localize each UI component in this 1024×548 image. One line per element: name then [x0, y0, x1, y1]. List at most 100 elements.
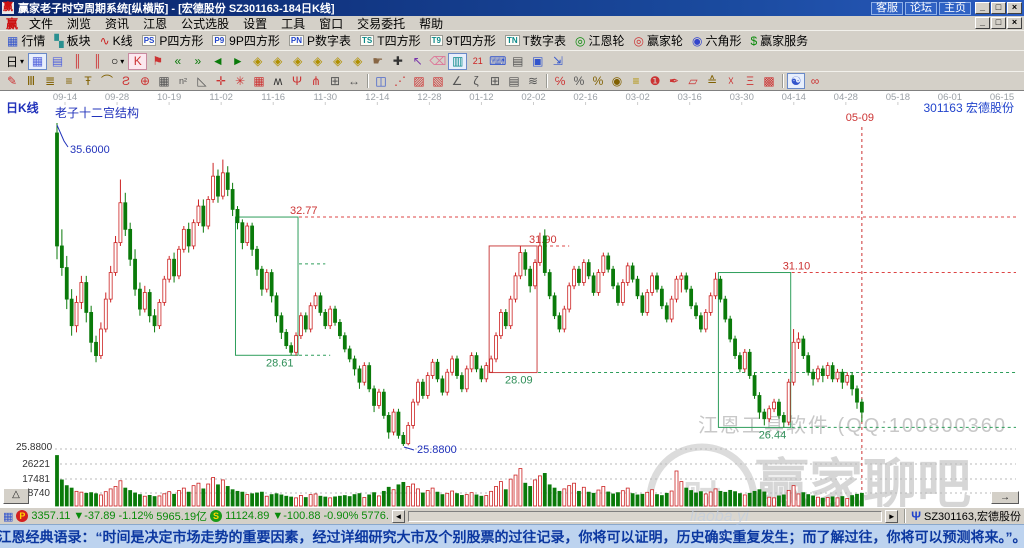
- p-square-button[interactable]: PS P四方形: [138, 32, 208, 50]
- cross-x-tool-icon[interactable]: ☓: [722, 73, 740, 89]
- window-line-tool-icon[interactable]: ◫: [372, 73, 390, 89]
- export-icon[interactable]: ⇲: [548, 53, 567, 70]
- fib-percent-tool-icon[interactable]: ℅: [551, 73, 569, 89]
- wave-tool-icon[interactable]: ʍ: [269, 73, 287, 89]
- t-number-table-button[interactable]: TN T数字表: [501, 32, 570, 50]
- child-close-button[interactable]: ×: [1007, 17, 1022, 29]
- trapezoid-tool-icon[interactable]: ▱: [684, 73, 702, 89]
- calendar-icon[interactable]: 21: [468, 53, 487, 70]
- gann-wheel-button[interactable]: ◎ 江恩轮: [571, 32, 629, 50]
- t-square-button[interactable]: TS T四方形: [356, 32, 425, 50]
- titlebar-link-0[interactable]: 客服: [871, 1, 903, 15]
- winner-service-button[interactable]: $ 赢家服务: [746, 32, 812, 50]
- menu-item-文件[interactable]: 文件: [22, 15, 60, 32]
- restore-button[interactable]: □: [991, 2, 1006, 14]
- hand-tool-icon[interactable]: ☛: [368, 53, 387, 70]
- one-diamond-tool-icon[interactable]: ❶: [646, 73, 664, 89]
- kline-button[interactable]: ∿ K线: [96, 32, 137, 50]
- nav-next-icon[interactable]: ►: [228, 53, 247, 70]
- gann-grid-tool-icon[interactable]: ▦: [155, 73, 173, 89]
- t-line-tool-icon[interactable]: Ŧ: [79, 73, 97, 89]
- grid-box-tool-icon[interactable]: ⊞: [486, 73, 504, 89]
- kline-large-icon[interactable]: ║: [88, 53, 107, 70]
- pyramid-tool-icon[interactable]: ≙: [703, 73, 721, 89]
- winner-wheel-button[interactable]: ◎ 赢家轮: [629, 32, 687, 50]
- xi-lines-tool-icon[interactable]: Ξ: [741, 73, 759, 89]
- brush-tool-icon[interactable]: ✎: [3, 73, 21, 89]
- ink-pen-tool-icon[interactable]: ✒: [665, 73, 683, 89]
- ticker-scrollbar[interactable]: [407, 510, 883, 522]
- pitchfork-tool-icon[interactable]: Ψ: [288, 73, 306, 89]
- shade-box-tool-icon[interactable]: ▧: [429, 73, 447, 89]
- zoom-diamond-down-icon[interactable]: ◈: [268, 53, 287, 70]
- menu-item-资讯[interactable]: 资讯: [98, 15, 136, 32]
- percent-band-tool-icon[interactable]: %: [589, 73, 607, 89]
- menu-item-公式选股[interactable]: 公式选股: [174, 15, 236, 32]
- crosshair-icon[interactable]: ✚: [388, 53, 407, 70]
- eraser-icon[interactable]: ⌫: [428, 53, 447, 70]
- kline-style-icon[interactable]: K: [128, 52, 148, 70]
- nav-first-icon[interactable]: «: [168, 53, 187, 70]
- hatch-box-tool-icon[interactable]: ▨: [410, 73, 428, 89]
- wave-lines-tool-icon[interactable]: ≋: [524, 73, 542, 89]
- zoom-diamond-up-icon[interactable]: ◈: [248, 53, 267, 70]
- p-number-table-button[interactable]: PN P数字表: [285, 32, 355, 50]
- chart-window-icon[interactable]: ▦: [28, 52, 48, 70]
- list-grid-tool-icon[interactable]: ▤: [505, 73, 523, 89]
- gann-fan-tool-icon[interactable]: ✛: [212, 73, 230, 89]
- p9-square-button[interactable]: P9 9P四方形: [208, 32, 283, 50]
- zoom-diamond-in-icon[interactable]: ◈: [328, 53, 347, 70]
- sectors-button[interactable]: ▚ 板块: [50, 32, 94, 50]
- scroll-right-button[interactable]: →: [991, 491, 1019, 504]
- maze-tool-icon[interactable]: ▩: [760, 73, 778, 89]
- angle-line-tool-icon[interactable]: ∠: [448, 73, 466, 89]
- t9-square-button[interactable]: T9 9T四方形: [426, 32, 500, 50]
- expand-pane-button[interactable]: △: [3, 488, 29, 504]
- titlebar-link-2[interactable]: 主页: [939, 1, 971, 15]
- gann-card-icon[interactable]: ▥: [448, 52, 468, 70]
- zigzag-tool-icon[interactable]: ζ: [467, 73, 485, 89]
- close-button[interactable]: ×: [1007, 2, 1022, 14]
- ticker-scroll-left-button[interactable]: ◄: [391, 509, 405, 523]
- spiral-tool-icon[interactable]: Ƨ: [117, 73, 135, 89]
- cycle-arc-tool-icon[interactable]: ⌒: [98, 73, 116, 89]
- width-arrows-tool-icon[interactable]: ↔: [345, 73, 363, 89]
- n-square-tool-icon[interactable]: n²: [174, 73, 192, 89]
- menu-item-设置[interactable]: 设置: [236, 15, 274, 32]
- circle-cross-tool-icon[interactable]: ⊕: [136, 73, 154, 89]
- gann-line-tool-icon[interactable]: Ⅲ: [22, 73, 40, 89]
- hexagon-button[interactable]: ◉ 六角形: [688, 32, 746, 50]
- ray-fan-tool-icon[interactable]: ⋰: [391, 73, 409, 89]
- menu-item-浏览[interactable]: 浏览: [60, 15, 98, 32]
- gold-target-tool-icon[interactable]: ◉: [608, 73, 626, 89]
- menu-item-江恩[interactable]: 江恩: [136, 15, 174, 32]
- red-grid-tool-icon[interactable]: ▦: [250, 73, 268, 89]
- titlebar-link-1[interactable]: 论坛: [905, 1, 937, 15]
- shenzhen-index-icon[interactable]: S: [210, 510, 223, 522]
- zoom-diamond-left-icon[interactable]: ◈: [288, 53, 307, 70]
- calculator-icon[interactable]: ⌨: [488, 53, 507, 70]
- lattice-tool-icon[interactable]: ⊞: [326, 73, 344, 89]
- taiji-icon[interactable]: ☯: [787, 73, 805, 89]
- pointer-line-icon[interactable]: ↖: [408, 53, 427, 70]
- infinity-tool-icon[interactable]: ∞: [806, 73, 824, 89]
- save-icon[interactable]: ▣: [528, 53, 547, 70]
- menu-item-帮助[interactable]: 帮助: [412, 15, 450, 32]
- market-grid-icon[interactable]: ▦: [3, 510, 13, 523]
- kline-small-icon[interactable]: ║: [68, 53, 87, 70]
- gold-band-tool-icon[interactable]: ≡: [627, 73, 645, 89]
- signal-flag-icon[interactable]: ⚑: [148, 53, 167, 70]
- kline-chart[interactable]: 财江恩工具软件 (QQ:100800360赢家聊吧09-1409-2810-19…: [0, 91, 1024, 548]
- menu-item-工具[interactable]: 工具: [274, 15, 312, 32]
- quotes-button[interactable]: ▦ 行情: [3, 32, 49, 50]
- child-restore-button[interactable]: □: [991, 17, 1006, 29]
- period-daily-dropdown[interactable]: 日 ▾: [3, 53, 27, 70]
- menu-item-窗口[interactable]: 窗口: [312, 15, 350, 32]
- golden-ratio-v-tool-icon[interactable]: ≡: [60, 73, 78, 89]
- child-minimize-button[interactable]: _: [975, 17, 990, 29]
- minimize-button[interactable]: _: [975, 2, 990, 14]
- golden-ratio-h-tool-icon[interactable]: ≣: [41, 73, 59, 89]
- chart-info-icon[interactable]: ▤: [48, 53, 67, 70]
- chart-area[interactable]: 日K线 财江恩工具软件 (QQ:100800360赢家聊吧09-1409-281…: [0, 90, 1024, 548]
- ticker-scroll-right-button[interactable]: ►: [885, 509, 899, 523]
